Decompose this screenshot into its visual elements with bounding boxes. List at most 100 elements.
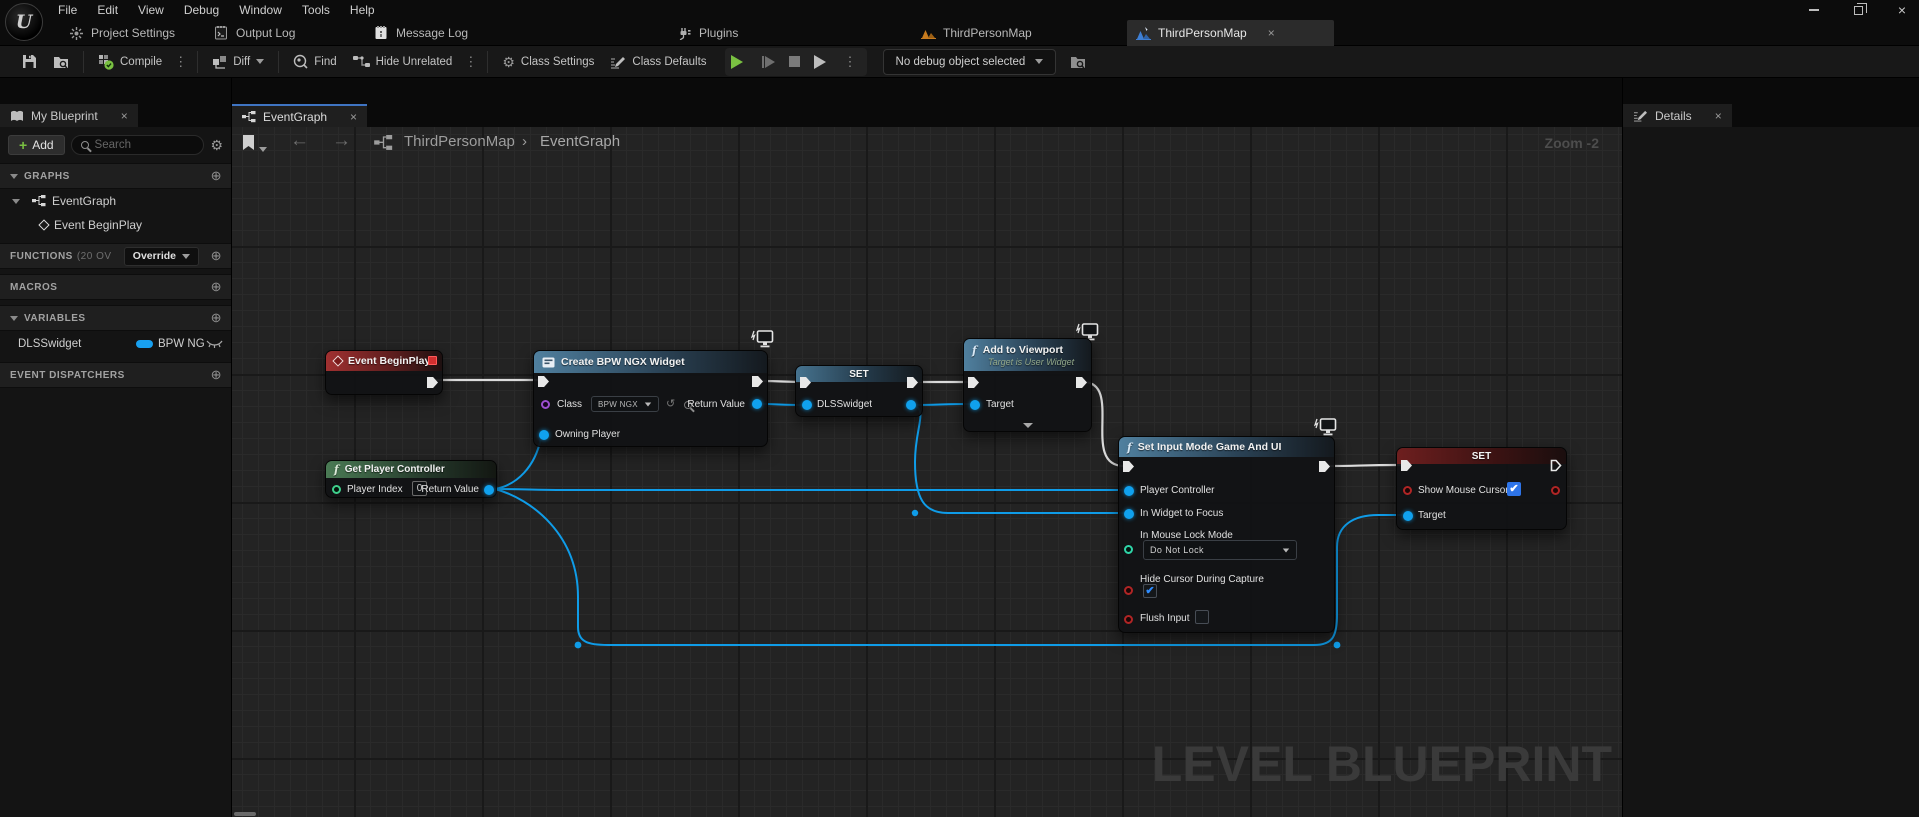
node-add-to-viewport[interactable]: f Add to Viewport Target is User Widget …	[963, 338, 1092, 432]
exec-in-pin[interactable]	[968, 377, 979, 388]
my-blueprint-close-icon[interactable]: ×	[121, 109, 128, 123]
restore-button[interactable]	[1849, 2, 1867, 18]
eye-closed-icon[interactable]	[206, 339, 223, 351]
show-mouse-cursor-pin[interactable]	[1403, 486, 1412, 495]
nav-forward-icon[interactable]: →	[332, 131, 351, 151]
section-event-dispatchers[interactable]: EVENT DISPATCHERS ⊕	[0, 362, 231, 388]
menu-debug[interactable]: Debug	[174, 1, 229, 19]
tab-thirdpersonmap-blueprint[interactable]: ThirdPersonMap ×	[1127, 20, 1334, 46]
save-button[interactable]	[14, 46, 45, 78]
exec-out-pin[interactable]	[1319, 461, 1330, 472]
exec-in-pin[interactable]	[1123, 461, 1134, 472]
browse-asset-button[interactable]	[45, 46, 77, 78]
mouse-lock-mode-select[interactable]: Do Not Lock	[1143, 540, 1297, 560]
add-dispatcher-icon[interactable]: ⊕	[211, 367, 222, 383]
class-settings-button[interactable]: ⚙ Class Settings	[494, 46, 602, 78]
exec-out-pin[interactable]	[752, 376, 763, 387]
exec-in-pin[interactable]	[538, 376, 549, 387]
flush-input-checkbox[interactable]	[1195, 610, 1209, 624]
minimize-button[interactable]	[1805, 2, 1823, 18]
play-options-kebab[interactable]: ⋮	[840, 54, 861, 70]
graph-canvas[interactable]: LEVEL BLUEPRINT	[232, 127, 1622, 817]
player-index-pin[interactable]	[332, 485, 341, 494]
graph-horizontal-scrollbar[interactable]	[234, 812, 256, 816]
play-icon[interactable]	[731, 55, 743, 69]
exec-out-pin[interactable]	[1550, 459, 1562, 472]
override-dropdown[interactable]: Override	[124, 247, 199, 266]
exec-out-pin[interactable]	[427, 377, 438, 388]
return-value-pin[interactable]	[484, 485, 494, 495]
show-mouse-cursor-out-pin[interactable]	[1551, 486, 1560, 495]
exec-out-pin[interactable]	[1076, 377, 1087, 388]
return-value-pin[interactable]	[752, 399, 762, 409]
tree-item-eventgraph[interactable]: EventGraph	[0, 189, 231, 213]
tree-item-event-beginplay[interactable]: Event BeginPlay	[0, 213, 231, 237]
hide-unrelated-options-kebab[interactable]: ⋮	[460, 54, 481, 70]
variable-row-dlsswidget[interactable]: DLSSwidget BPW NG	[0, 331, 231, 357]
frame-skip-icon[interactable]	[765, 56, 775, 68]
class-select[interactable]: BPW NGX	[591, 396, 659, 412]
tab-close-icon[interactable]: ×	[1268, 26, 1275, 40]
search-input[interactable]	[95, 139, 175, 151]
debug-browse-button[interactable]	[1062, 46, 1094, 78]
bookmark-caret-icon[interactable]	[259, 139, 267, 157]
target-pin[interactable]	[970, 400, 980, 410]
class-pin[interactable]	[541, 400, 550, 409]
breadcrumb-current[interactable]: EventGraph	[540, 133, 620, 150]
compile-options-kebab[interactable]: ⋮	[170, 54, 191, 70]
tab-thirdpersonmap-level[interactable]: ThirdPersonMap	[912, 20, 1040, 46]
eventgraph-doc-tab[interactable]: EventGraph ×	[232, 104, 367, 127]
section-variables[interactable]: VARIABLES ⊕	[0, 305, 231, 331]
add-variable-icon[interactable]: ⊕	[211, 310, 222, 326]
details-tab[interactable]: Details ×	[1623, 104, 1732, 127]
diff-button[interactable]: Diff	[204, 46, 272, 78]
menu-file[interactable]: File	[48, 1, 87, 19]
in-widget-to-focus-pin[interactable]	[1124, 509, 1134, 519]
tab-message-log[interactable]: Message Log	[365, 20, 476, 46]
menu-edit[interactable]: Edit	[87, 1, 128, 19]
tab-plugins[interactable]: Plugins	[668, 20, 746, 46]
node-set-input-mode[interactable]: f Set Input Mode Game And UI Player Cont…	[1118, 436, 1335, 633]
in-mouse-lock-mode-pin[interactable]	[1124, 545, 1133, 554]
my-blueprint-tab[interactable]: My Blueprint ×	[0, 104, 138, 127]
node-create-widget[interactable]: Create BPW NGX Widget Class BPW NGX ↺ Re…	[533, 350, 768, 447]
add-graph-icon[interactable]: ⊕	[211, 168, 222, 184]
details-close-icon[interactable]: ×	[1715, 109, 1722, 123]
find-button[interactable]: Find	[285, 46, 344, 78]
add-button[interactable]: + Add	[8, 135, 65, 155]
add-macro-icon[interactable]: ⊕	[211, 279, 222, 295]
show-mouse-cursor-checkbox[interactable]	[1507, 482, 1521, 496]
section-macros[interactable]: MACROS ⊕	[0, 274, 231, 300]
node-get-player-controller[interactable]: f Get Player Controller Player Index 0 R…	[325, 460, 497, 498]
hide-cursor-checkbox[interactable]	[1143, 584, 1157, 598]
player-controller-pin[interactable]	[1124, 486, 1134, 496]
stop-icon[interactable]	[789, 56, 800, 67]
add-function-icon[interactable]: ⊕	[211, 248, 222, 264]
menu-tools[interactable]: Tools	[292, 1, 340, 19]
hide-cursor-pin[interactable]	[1124, 586, 1133, 595]
node-set-dlsswidget[interactable]: SET DLSSwidget	[795, 365, 923, 417]
class-defaults-button[interactable]: Class Defaults	[602, 46, 714, 78]
search-box[interactable]	[71, 135, 205, 155]
step-icon[interactable]	[814, 55, 826, 69]
menu-window[interactable]: Window	[229, 1, 292, 19]
nav-back-icon[interactable]: ←	[290, 131, 309, 151]
flush-input-pin[interactable]	[1124, 615, 1133, 624]
target-pin[interactable]	[1403, 511, 1413, 521]
owning-player-pin[interactable]	[539, 430, 549, 440]
tab-output-log[interactable]: Output Log	[205, 20, 303, 46]
dlsswidget-out-pin[interactable]	[906, 400, 916, 410]
node-set-show-mouse-cursor[interactable]: SET Show Mouse Cursor Target	[1396, 447, 1567, 530]
compile-button[interactable]: Compile	[90, 46, 170, 78]
node-event-beginplay[interactable]: Event BeginPlay	[325, 350, 443, 395]
section-graphs[interactable]: GRAPHS ⊕	[0, 163, 231, 189]
hide-unrelated-button[interactable]: Hide Unrelated	[345, 46, 461, 78]
advanced-pins-chevron-icon[interactable]	[1023, 423, 1033, 428]
close-button[interactable]: ×	[1893, 2, 1911, 18]
class-reset-icon[interactable]: ↺	[666, 397, 675, 410]
dlsswidget-in-pin[interactable]	[802, 400, 812, 410]
eventgraph-tab-close-icon[interactable]: ×	[350, 110, 357, 124]
panel-settings-gear-icon[interactable]: ⚙	[210, 138, 223, 152]
tab-project-settings[interactable]: Project Settings	[60, 20, 183, 46]
debug-object-dropdown[interactable]: No debug object selected	[883, 49, 1057, 75]
